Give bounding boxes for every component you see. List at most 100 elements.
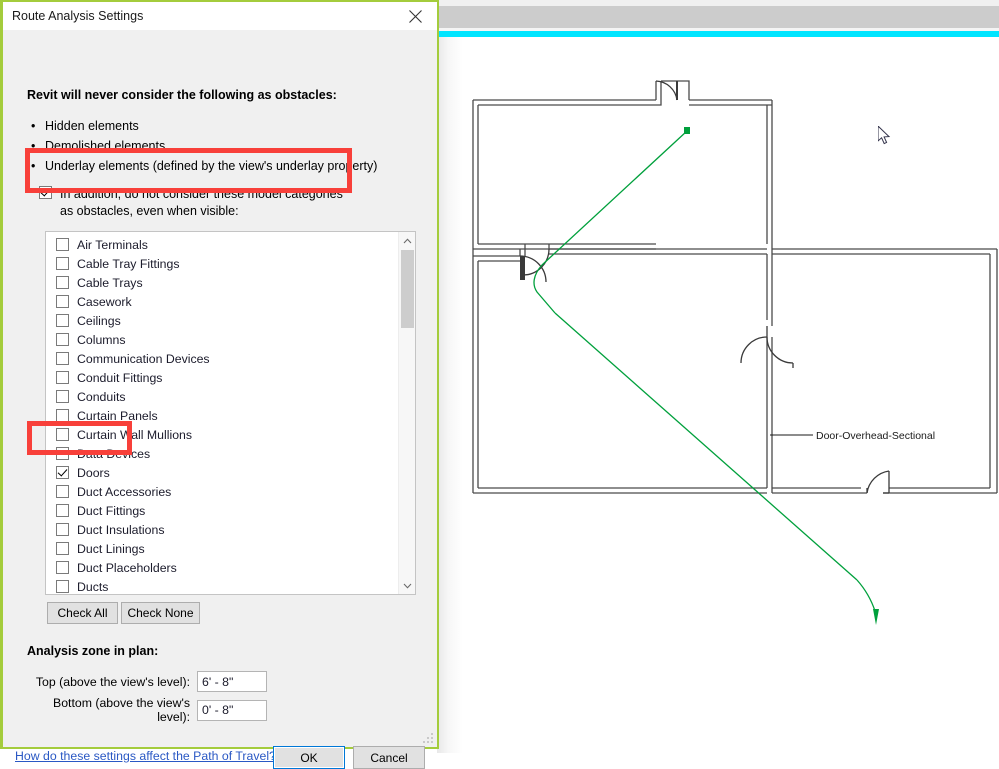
path-start-marker[interactable]: [684, 127, 690, 134]
list-item-duct-insulations[interactable]: Duct Insulations: [46, 520, 398, 539]
path-of-travel-route: [533, 130, 876, 612]
model-categories-listbox[interactable]: Air Terminals Cable Tray Fittings Cable …: [45, 231, 416, 595]
category-checkbox[interactable]: [56, 580, 69, 593]
cancel-button[interactable]: Cancel: [353, 746, 425, 769]
category-label: Communication Devices: [77, 351, 210, 366]
list-item-conduits[interactable]: Conduits: [46, 387, 398, 406]
resize-grip-icon[interactable]: [422, 733, 434, 745]
check-all-button[interactable]: Check All: [47, 602, 118, 624]
scroll-down-button[interactable]: [399, 577, 415, 594]
list-item: Hidden elements: [27, 116, 407, 136]
category-label: Duct Fittings: [77, 503, 146, 518]
category-checkbox[interactable]: [56, 447, 69, 460]
category-checkbox[interactable]: [56, 257, 69, 270]
list-item-cable-tray-fittings[interactable]: Cable Tray Fittings: [46, 254, 398, 273]
list-item-duct-fittings[interactable]: Duct Fittings: [46, 501, 398, 520]
list-item-duct-placeholders[interactable]: Duct Placeholders: [46, 558, 398, 577]
analysis-zone-heading: Analysis zone in plan:: [27, 644, 159, 658]
list-item-duct-linings[interactable]: Duct Linings: [46, 539, 398, 558]
category-checkbox[interactable]: [56, 466, 69, 479]
listbox-scrollbar[interactable]: [398, 232, 415, 594]
category-label: Cable Tray Fittings: [77, 256, 180, 271]
category-checkbox[interactable]: [56, 428, 69, 441]
list-item-doors[interactable]: Doors: [46, 463, 398, 482]
category-label: Conduit Fittings: [77, 370, 163, 385]
category-checkbox[interactable]: [56, 390, 69, 403]
list-item-curtain-panels[interactable]: Curtain Panels: [46, 406, 398, 425]
category-label: Ducts: [77, 579, 109, 594]
obstacles-heading: Revit will never consider the following …: [27, 88, 337, 102]
zone-top-input[interactable]: [197, 671, 267, 692]
path-end-arrow[interactable]: [873, 609, 879, 625]
door-top-opening: [655, 80, 772, 106]
dialog-titlebar[interactable]: Route Analysis Settings: [3, 2, 437, 30]
check-none-button[interactable]: Check None: [121, 602, 200, 624]
category-checkbox[interactable]: [56, 409, 69, 422]
addition-checkbox[interactable]: [39, 186, 52, 199]
wall-middle-horizontal: [472, 244, 767, 493]
category-checkbox[interactable]: [56, 276, 69, 289]
list-item-ceilings[interactable]: Ceilings: [46, 311, 398, 330]
category-checkbox[interactable]: [56, 238, 69, 251]
list-item-ducts[interactable]: Ducts: [46, 577, 398, 594]
category-checkbox[interactable]: [56, 314, 69, 327]
dialog-body: Revit will never consider the following …: [3, 30, 437, 769]
list-item: Demolished elements: [27, 136, 407, 156]
route-analysis-settings-dialog[interactable]: Route Analysis Settings Revit will never…: [0, 0, 439, 769]
category-checkbox[interactable]: [56, 561, 69, 574]
list-item-casework[interactable]: Casework: [46, 292, 398, 311]
list-item-cable-trays[interactable]: Cable Trays: [46, 273, 398, 292]
zone-bottom-label: Bottom (above the view's level):: [53, 696, 190, 724]
list-item-curtain-wall-mullions[interactable]: Curtain Wall Mullions: [46, 425, 398, 444]
list-item-data-devices[interactable]: Data Devices: [46, 444, 398, 463]
category-label: Columns: [77, 332, 126, 347]
category-label: Curtain Wall Mullions: [77, 427, 193, 442]
category-label: Casework: [77, 294, 132, 309]
analysis-zone-bottom-row: Bottom (above the view's level):: [27, 696, 267, 724]
category-label: Cable Trays: [77, 275, 143, 290]
list-item: Underlay elements (defined by the view's…: [27, 156, 407, 176]
category-label: Doors: [77, 465, 110, 480]
category-checkbox[interactable]: [56, 371, 69, 384]
category-label: Duct Placeholders: [77, 560, 177, 575]
close-button[interactable]: [393, 2, 437, 30]
model-categories-list: Air Terminals Cable Tray Fittings Cable …: [46, 235, 398, 594]
list-item-columns[interactable]: Columns: [46, 330, 398, 349]
never-obstacles-list: Hidden elements Demolished elements Unde…: [27, 116, 407, 176]
category-checkbox[interactable]: [56, 352, 69, 365]
chevron-up-icon: [403, 237, 412, 243]
list-item-air-terminals[interactable]: Air Terminals: [46, 235, 398, 254]
category-label: Duct Insulations: [77, 522, 165, 537]
category-checkbox[interactable]: [56, 333, 69, 346]
zone-bottom-input[interactable]: [197, 699, 267, 721]
floor-plan-drawing[interactable]: Door-Overhead-Sectional: [437, 37, 999, 753]
category-checkbox[interactable]: [56, 542, 69, 555]
category-checkbox[interactable]: [56, 504, 69, 517]
list-item-communication-devices[interactable]: Communication Devices: [46, 349, 398, 368]
list-item-duct-accessories[interactable]: Duct Accessories: [46, 482, 398, 501]
analysis-zone-top-row: Top (above the view's level):: [27, 671, 267, 692]
chevron-down-icon: [403, 583, 412, 589]
scroll-up-button[interactable]: [399, 232, 415, 249]
zone-top-label: Top (above the view's level):: [35, 674, 190, 689]
category-checkbox[interactable]: [56, 295, 69, 308]
app-toolbar-band[interactable]: [437, 6, 999, 28]
wall-lower-room: [473, 249, 997, 494]
addition-checkbox-label: In addition, do not consider these model…: [60, 187, 343, 218]
addition-checkbox-row[interactable]: In addition, do not consider these model…: [39, 186, 344, 220]
scrollbar-thumb[interactable]: [401, 250, 414, 328]
close-icon: [408, 9, 422, 23]
category-label: Curtain Panels: [77, 408, 158, 423]
ok-button[interactable]: OK: [273, 746, 345, 769]
category-checkbox[interactable]: [56, 485, 69, 498]
category-label: Conduits: [77, 389, 126, 404]
category-checkbox[interactable]: [56, 523, 69, 536]
dialog-title: Route Analysis Settings: [12, 8, 144, 23]
help-link[interactable]: How do these settings affect the Path of…: [15, 749, 276, 763]
category-label: Ceilings: [77, 313, 121, 328]
wall-outer-lines: [472, 99, 656, 250]
door-tag-label[interactable]: Door-Overhead-Sectional: [816, 430, 935, 442]
category-label: Data Devices: [77, 446, 151, 461]
list-item-conduit-fittings[interactable]: Conduit Fittings: [46, 368, 398, 387]
mouse-pointer-icon: [878, 126, 891, 145]
